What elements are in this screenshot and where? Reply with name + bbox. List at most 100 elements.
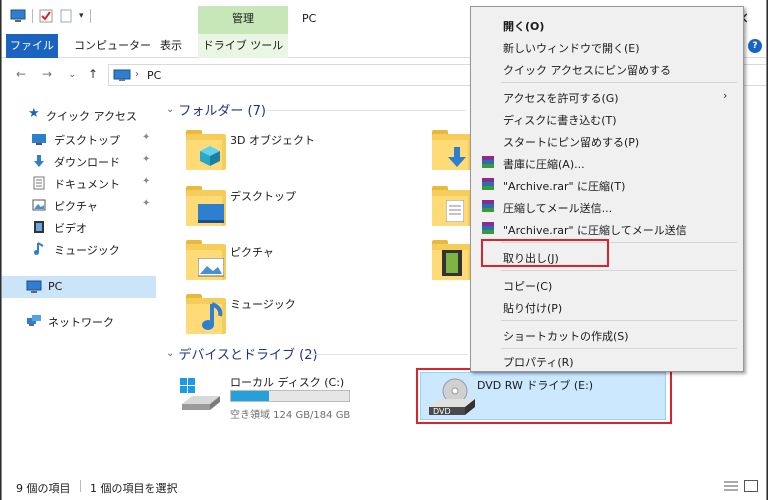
sidebar-item-label: クイック アクセス <box>46 110 137 123</box>
up-arrow-icon[interactable]: ↑ <box>88 67 98 81</box>
disk-usage-bar <box>230 390 350 402</box>
properties-icon[interactable] <box>39 9 53 23</box>
winrar-icon <box>482 178 494 190</box>
quick-access-toolbar: ▾ <box>10 9 91 23</box>
devices-header-label: デバイスとドライブ (2) <box>178 348 318 363</box>
document-icon <box>446 200 464 222</box>
folders-group-header[interactable]: ⌄ フォルダー (7) <box>166 100 266 119</box>
sidebar-item-quick-access[interactable]: ★ クイック アクセス <box>2 104 156 126</box>
menu-item-burn-disc[interactable]: ディスクに書き込む(T) <box>471 107 743 129</box>
winrar-icon <box>482 222 494 234</box>
drive-free-space: 空き領域 124 GB/184 GB <box>230 410 351 421</box>
toolbar-separator <box>32 9 33 23</box>
desktop-icon <box>32 134 46 145</box>
folder-downloads[interactable] <box>430 128 474 172</box>
folder-pictures[interactable] <box>184 238 228 282</box>
menu-item-label: "Archive.rar" に圧縮(T) <box>503 180 626 193</box>
menu-item-paste[interactable]: 貼り付け(P) <box>471 295 743 317</box>
menu-item-label: ショートカットの作成(S) <box>503 330 629 343</box>
menu-item-create-shortcut[interactable]: ショートカットの作成(S) <box>471 323 743 345</box>
folder-label: ピクチャ <box>230 246 274 259</box>
winrar-icon <box>482 200 494 212</box>
back-arrow-icon[interactable]: ← <box>16 67 26 81</box>
pc-icon <box>26 280 42 293</box>
menu-separator <box>501 320 737 321</box>
tab-view[interactable]: 表示 <box>152 34 190 58</box>
menu-item-label: 開く(O) <box>503 20 545 33</box>
breadcrumb-pc[interactable]: PC <box>147 69 161 82</box>
menu-item-label: コピー(C) <box>503 280 553 293</box>
folder-music[interactable] <box>184 292 228 336</box>
sidebar-item-label: ダウンロード <box>54 156 120 169</box>
manage-context-header: 管理 <box>198 6 288 34</box>
window-title: PC <box>302 12 317 25</box>
sidebar-item-music[interactable]: ミュージック <box>2 238 156 260</box>
sidebar-item-pc[interactable]: PC <box>2 276 156 298</box>
sidebar-item-label: ドキュメント <box>54 178 120 191</box>
devices-group-header[interactable]: ⌄ デバイスとドライブ (2) <box>166 344 318 363</box>
chevron-down-icon: ⌄ <box>166 104 175 115</box>
chevron-down-icon: ⌄ <box>166 348 175 359</box>
menu-item-give-access[interactable]: アクセスを許可する(G) › <box>471 85 743 107</box>
status-selected-count: 1 個の項目を選択 <box>90 482 178 495</box>
document-icon <box>33 176 45 190</box>
sidebar-item-desktop[interactable]: デスクトップ ✦ <box>2 128 156 150</box>
navigation-pane: ★ クイック アクセス デスクトップ ✦ ダウンロード ✦ ドキュメント ✦ ピ… <box>2 92 162 472</box>
recent-locations-icon[interactable]: ⌄ <box>68 69 76 80</box>
folder-desktop[interactable] <box>184 184 228 228</box>
menu-item-properties[interactable]: プロパティ(R) <box>471 349 743 371</box>
menu-item-label: "Archive.rar" に圧縮してメール送信 <box>503 224 687 237</box>
menu-item-label: アクセスを許可する(G) <box>503 92 619 105</box>
submenu-arrow-icon: › <box>723 89 728 102</box>
folder-videos[interactable] <box>430 238 474 282</box>
menu-item-label: 書庫に圧縮(A)... <box>503 158 585 171</box>
cube-icon <box>200 146 220 166</box>
music-icon <box>34 242 44 255</box>
folder-label: 3D オブジェクト <box>230 134 315 147</box>
menu-separator <box>501 270 737 271</box>
download-icon <box>448 147 466 167</box>
folders-header-label: フォルダー (7) <box>178 104 266 119</box>
sidebar-item-label: ネットワーク <box>48 316 114 329</box>
sidebar-item-videos[interactable]: ビデオ <box>2 216 156 238</box>
search-input[interactable] <box>742 64 766 86</box>
tab-file[interactable]: ファイル <box>6 34 58 58</box>
menu-item-compress-email[interactable]: 圧縮してメール送信... <box>471 195 743 217</box>
sidebar-item-documents[interactable]: ドキュメント ✦ <box>2 172 156 194</box>
details-view-icon[interactable] <box>724 480 738 492</box>
folder-documents[interactable] <box>430 184 474 228</box>
breadcrumb-separator: › <box>135 69 139 80</box>
address-bar[interactable]: › PC <box>108 64 488 86</box>
context-menu: 開く(O) 新しいウィンドウで開く(E) クイック アクセスにピン留めする アク… <box>470 6 744 372</box>
pin-icon: ✦ <box>142 132 151 143</box>
forward-arrow-icon[interactable]: → <box>42 67 52 81</box>
toolbar-separator <box>89 9 91 23</box>
menu-item-open[interactable]: 開く(O) <box>471 13 743 35</box>
network-icon <box>27 315 41 326</box>
menu-item-copy[interactable]: コピー(C) <box>471 273 743 295</box>
drive-label: ローカル ディスク (C:) <box>230 376 345 389</box>
menu-item-label: ディスクに書き込む(T) <box>503 114 617 127</box>
large-icons-view-icon[interactable] <box>744 480 758 492</box>
customize-toolbar-icon[interactable]: ▾ <box>79 11 84 21</box>
tab-computer[interactable]: コンピューター <box>66 34 159 58</box>
menu-item-pin-start[interactable]: スタートにピン留めする(P) <box>471 129 743 151</box>
menu-item-open-new-window[interactable]: 新しいウィンドウで開く(E) <box>471 35 743 57</box>
menu-item-add-to-archive[interactable]: 書庫に圧縮(A)... <box>471 151 743 173</box>
menu-item-label: スタートにピン留めする(P) <box>503 136 640 149</box>
sidebar-item-pictures[interactable]: ピクチャ ✦ <box>2 194 156 216</box>
folder-3d-objects[interactable] <box>184 128 228 172</box>
film-icon <box>442 250 462 276</box>
menu-item-pin-quick-access[interactable]: クイック アクセスにピン留めする <box>471 57 743 79</box>
help-icon[interactable]: ? <box>748 39 762 53</box>
pc-icon[interactable] <box>10 9 26 23</box>
menu-item-compress-archive-rar[interactable]: "Archive.rar" に圧縮(T) <box>471 173 743 195</box>
new-folder-icon[interactable] <box>59 9 73 23</box>
menu-separator <box>501 82 737 83</box>
status-separator <box>80 480 81 492</box>
sidebar-item-network[interactable]: ネットワーク <box>2 310 156 332</box>
tab-drive-tools[interactable]: ドライブ ツール <box>198 34 288 58</box>
sidebar-item-label: PC <box>48 280 63 293</box>
sidebar-item-downloads[interactable]: ダウンロード ✦ <box>2 150 156 172</box>
menu-item-compress-archive-rar-email[interactable]: "Archive.rar" に圧縮してメール送信 <box>471 217 743 239</box>
